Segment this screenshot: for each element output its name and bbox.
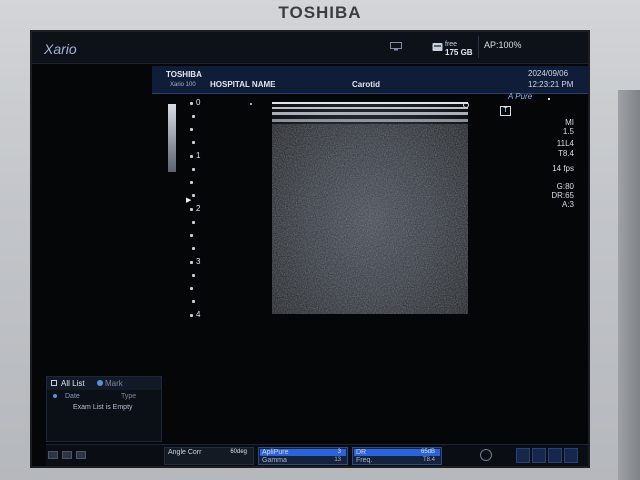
depth-scale: 0 1 2 3 4 ▶	[186, 98, 210, 328]
depth-tick	[192, 300, 195, 303]
date-column-header[interactable]: Date	[65, 393, 80, 400]
bottom-parameter-bar: Angle Corr 60deg ApliPure 3 Gamma 13 DR …	[46, 444, 588, 466]
image-icon[interactable]	[48, 451, 58, 459]
param-dynamic-range: DR:65	[551, 191, 574, 200]
mark-label[interactable]: Mark	[105, 379, 123, 388]
param-mi-value: 1.5	[562, 127, 574, 136]
apure-label: A Pure	[508, 92, 533, 101]
apure-dot	[548, 98, 550, 100]
gamma-value: 13	[334, 457, 341, 463]
bezel-side-shadow	[618, 90, 640, 480]
depth-tick	[192, 115, 195, 118]
applipure-value: 3	[337, 449, 341, 455]
param-fps: 14 fps	[552, 164, 574, 173]
depth-label-3: 3	[196, 257, 201, 266]
bottom-slot-3[interactable]	[548, 448, 562, 463]
depth-label-1: 1	[196, 151, 201, 160]
depth-label-0: 0	[196, 98, 201, 107]
depth-tick	[190, 234, 193, 237]
depth-tick	[190, 261, 193, 264]
bottom-slot-4[interactable]	[564, 448, 578, 463]
depth-label-4: 4	[196, 310, 201, 319]
depth-tick	[192, 274, 195, 277]
dr-value: 65dB	[420, 449, 435, 455]
exam-list-header: All List Mark	[47, 377, 161, 390]
bottom-icon-group	[48, 449, 90, 463]
depth-tick	[190, 314, 193, 317]
exam-time: 12:23:21 PM	[528, 80, 574, 89]
depth-tick	[192, 194, 195, 197]
param-gain: G:80	[556, 182, 574, 191]
exam-type: Carotid	[352, 80, 380, 89]
gamma-label: Gamma	[262, 457, 287, 464]
free-space-label: free	[445, 41, 458, 48]
depth-tick	[190, 287, 193, 290]
depth-tick	[190, 155, 193, 158]
manufacturer-label: TOSHIBA	[166, 70, 202, 79]
depth-tick	[192, 221, 195, 224]
focus-marker-icon: ▶	[186, 197, 192, 204]
depth-tick	[192, 168, 195, 171]
freq-label: Freq.	[356, 457, 373, 464]
exam-date: 2024/09/06	[528, 69, 569, 78]
depth-tick	[192, 141, 195, 144]
applipure-label: ApliPure	[262, 449, 289, 456]
free-space-value: 175 GB	[445, 48, 473, 57]
exam-list-empty: Exam List is Empty	[73, 404, 133, 411]
hospital-name: HOSPITAL NAME	[210, 80, 276, 89]
depth-tick	[190, 128, 193, 131]
param-a: A:3	[561, 200, 574, 209]
param-probe: 11L4	[556, 139, 574, 148]
print-icon[interactable]	[62, 451, 72, 459]
probe-icon[interactable]: T	[500, 106, 511, 116]
product-logo: Xario	[44, 41, 77, 57]
param-mi-label: MI	[565, 118, 574, 127]
mark-radio[interactable]	[97, 380, 103, 386]
monitor-icon	[390, 42, 402, 51]
freq-value: T8.4	[422, 457, 435, 463]
all-list-checkbox[interactable]	[51, 380, 57, 386]
all-list-label[interactable]: All List	[61, 379, 85, 388]
save-icon[interactable]	[76, 451, 86, 459]
applipure-control[interactable]: ApliPure 3 Gamma 13	[258, 447, 348, 465]
model-label: Xario 100	[170, 82, 196, 88]
brand-logo: TOSHIBA	[278, 3, 362, 22]
ultrasound-speckle	[272, 124, 468, 314]
ultrasound-screen: Xario free 175 GB AP:100% TOSHIBA Xario …	[30, 30, 590, 468]
sort-indicator-icon	[53, 394, 57, 398]
top-status-bar: Xario free 175 GB AP:100%	[32, 32, 588, 64]
focus-indicator-icon	[463, 102, 469, 108]
bottom-slot-2[interactable]	[532, 448, 546, 463]
depth-tick	[190, 208, 193, 211]
topbar-divider	[478, 36, 479, 58]
bottom-slot-1[interactable]	[516, 448, 530, 463]
type-column-header[interactable]: Type	[121, 393, 136, 400]
dr-control[interactable]: DR 65dB Freq. T8.4	[352, 447, 442, 465]
disk-icon	[432, 43, 443, 51]
grayscale-bar	[168, 104, 176, 172]
depth-label-2: 2	[196, 204, 201, 213]
settings-gear-icon[interactable]	[480, 449, 492, 461]
angle-corr-label: Angle Corr	[168, 449, 202, 456]
patient-info-bar: TOSHIBA Xario 100 HOSPITAL NAME Carotid …	[152, 66, 588, 94]
depth-tick	[190, 102, 193, 105]
angle-corr-control[interactable]: Angle Corr 60deg	[164, 447, 254, 465]
acoustic-power: AP:100%	[484, 40, 522, 50]
angle-corr-value: 60deg	[230, 449, 247, 455]
param-frequency: T8.4	[557, 149, 574, 158]
exam-list-panel: All List Mark Date Type Exam List is Emp…	[46, 376, 162, 442]
depth-tick	[192, 247, 195, 250]
dr-label: DR	[356, 449, 367, 456]
lateral-tick	[250, 103, 252, 105]
depth-tick	[190, 181, 193, 184]
